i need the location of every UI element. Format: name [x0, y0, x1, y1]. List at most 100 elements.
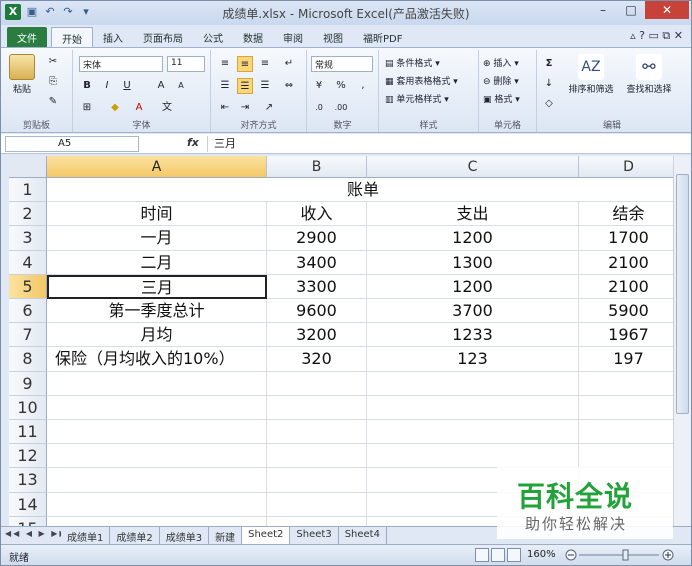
cell-A13[interactable] [47, 468, 267, 493]
cell-B13[interactable] [267, 468, 367, 493]
tab-home[interactable]: 开始 [51, 27, 93, 47]
cell-C9[interactable] [367, 371, 579, 396]
insert-cells-button[interactable]: ⊕ 插入 ▾ [483, 56, 519, 69]
align-right-icon[interactable]: ☰ [257, 78, 273, 94]
cell-D9[interactable] [579, 372, 673, 396]
row-header-12[interactable]: 12 [9, 444, 47, 469]
fill-icon[interactable]: ↓ [541, 76, 557, 92]
cell-B4[interactable]: 3400 [267, 250, 367, 275]
page-break-view-icon[interactable] [507, 548, 521, 562]
cell-D12[interactable] [579, 444, 673, 469]
cell-D10[interactable] [579, 396, 673, 420]
font-color-icon[interactable]: A [131, 100, 147, 116]
cell-style-button[interactable]: ▥ 单元格样式 ▾ [385, 92, 449, 105]
cell-B8[interactable]: 320 [267, 347, 367, 372]
cell-A12[interactable] [47, 444, 267, 469]
cell-B14[interactable] [267, 492, 367, 517]
cell-A15[interactable] [47, 516, 267, 526]
minimize-button[interactable]: – [589, 1, 617, 19]
cell-D6[interactable]: 5900 [579, 299, 673, 324]
cell-A9[interactable] [47, 371, 267, 396]
decrease-font-icon[interactable]: A [173, 78, 189, 94]
help-icon[interactable]: ? [639, 29, 645, 42]
cell-C7[interactable]: 1233 [367, 323, 579, 348]
cell-B11[interactable] [267, 420, 367, 445]
cell-A3[interactable]: 一月 [47, 226, 267, 251]
cell-B12[interactable] [267, 444, 367, 469]
align-bottom-icon[interactable]: ≡ [257, 56, 273, 72]
vertical-scrollbar[interactable] [673, 156, 691, 526]
cell-A11[interactable] [47, 420, 267, 445]
align-top-icon[interactable]: ≡ [217, 56, 233, 72]
row-header-9[interactable]: 9 [9, 371, 47, 396]
phonetic-icon[interactable]: 文 [159, 100, 175, 116]
comma-icon[interactable]: , [355, 78, 371, 94]
row-header-6[interactable]: 6 [9, 299, 47, 324]
paste-button[interactable]: 粘贴 [7, 54, 37, 95]
cell-C4[interactable]: 1300 [367, 250, 579, 275]
tab-review[interactable]: 审阅 [273, 27, 313, 47]
function-icon[interactable]: fx [187, 136, 199, 149]
window-close-icon[interactable]: ✕ [674, 29, 683, 42]
cell-D3[interactable]: 1700 [579, 226, 673, 251]
cell-D11[interactable] [579, 420, 673, 445]
cell-D8[interactable]: 197 [579, 347, 673, 372]
cell-A7[interactable]: 月均 [47, 323, 267, 348]
maximize-button[interactable]: □ [617, 1, 645, 19]
font-size-select[interactable]: 11 [167, 56, 205, 72]
border-icon[interactable]: ⊞ [79, 100, 95, 116]
find-select-button[interactable]: ⚯ 查找和选择 [621, 54, 677, 95]
cell-A6[interactable]: 第一季度总计 [47, 299, 267, 324]
percent-icon[interactable]: % [333, 78, 349, 94]
cell-B10[interactable] [267, 395, 367, 420]
close-button[interactable]: ✕ [645, 1, 689, 19]
cell-D5[interactable]: 2100 [579, 275, 673, 299]
tab-formulas[interactable]: 公式 [193, 27, 233, 47]
cell-A2[interactable]: 时间 [47, 202, 267, 227]
cell-B9[interactable] [267, 371, 367, 396]
page-layout-view-icon[interactable] [491, 548, 505, 562]
clear-icon[interactable]: ◇ [541, 96, 557, 112]
row-header-2[interactable]: 2 [9, 202, 47, 227]
underline-button[interactable]: U [119, 78, 135, 94]
cell-B3[interactable]: 2900 [267, 226, 367, 251]
sort-filter-button[interactable]: AZ 排序和筛选 [563, 54, 619, 95]
zoom-level[interactable]: 160% [527, 549, 556, 560]
cut-icon[interactable]: ✂ [45, 54, 61, 70]
formula-input[interactable]: 三月 [207, 136, 677, 152]
align-center-icon[interactable]: ☰ [237, 78, 253, 94]
row-header-4[interactable]: 4 [9, 250, 47, 275]
normal-view-icon[interactable] [475, 548, 489, 562]
sheet-nav-buttons[interactable]: ◀◀ ◀ ▶ ▶▶ [5, 529, 68, 538]
increase-indent-icon[interactable]: ⇥ [237, 100, 253, 116]
name-box[interactable]: A5 [5, 136, 139, 152]
align-middle-icon[interactable]: ≡ [237, 56, 253, 72]
select-all-corner[interactable] [9, 156, 47, 178]
row-header-8[interactable]: 8 [9, 347, 47, 372]
cell-A14[interactable] [47, 492, 267, 517]
row-header-10[interactable]: 10 [9, 395, 47, 420]
cell-B5[interactable]: 3300 [267, 274, 367, 299]
cell-A5[interactable]: 三月 [47, 274, 267, 299]
cell-C2[interactable]: 支出 [367, 202, 579, 227]
cell-A1[interactable]: 账单 [47, 178, 673, 203]
cell-C5[interactable]: 1200 [367, 274, 579, 299]
increase-font-icon[interactable]: A [153, 78, 169, 94]
tab-insert[interactable]: 插入 [93, 27, 133, 47]
cell-C12[interactable] [367, 444, 579, 469]
table-format-button[interactable]: ▦ 套用表格格式 ▾ [385, 74, 458, 87]
delete-cells-button[interactable]: ⊖ 删除 ▾ [483, 74, 519, 87]
cell-C3[interactable]: 1200 [367, 226, 579, 251]
tab-file[interactable]: 文件 [7, 27, 47, 47]
tab-data[interactable]: 数据 [233, 27, 273, 47]
row-header-1[interactable]: 1 [9, 178, 47, 203]
italic-button[interactable]: I [99, 78, 115, 94]
row-header-3[interactable]: 3 [9, 226, 47, 251]
column-header-B[interactable]: B [267, 156, 367, 178]
column-header-C[interactable]: C [367, 156, 579, 178]
cell-C11[interactable] [367, 420, 579, 445]
row-header-5[interactable]: 5 [9, 274, 47, 299]
font-name-select[interactable]: 宋体 [79, 56, 163, 72]
cell-C8[interactable]: 123 [367, 347, 579, 372]
cell-B2[interactable]: 收入 [267, 202, 367, 227]
